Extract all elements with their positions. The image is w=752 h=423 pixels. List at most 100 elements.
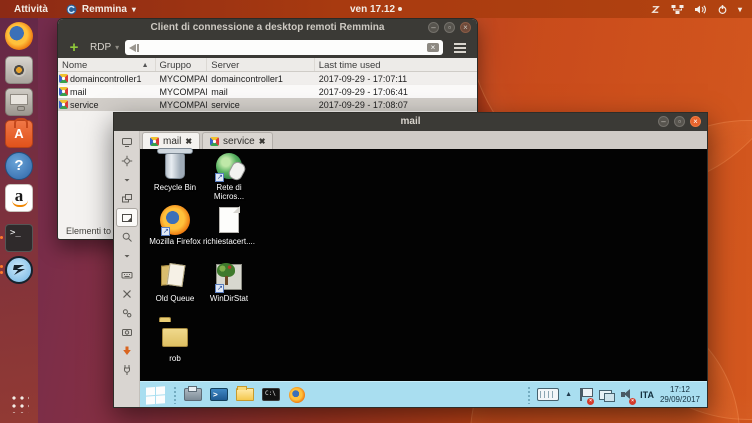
action-center-flag-button[interactable]: × (578, 386, 592, 404)
desktop-icon-recycle-bin[interactable]: Recycle Bin (148, 150, 202, 192)
switch-tab-pages-icon[interactable] (116, 189, 138, 208)
volume-icon[interactable] (694, 4, 707, 15)
top-panel: Attività Remmina ▾ ven 17.12 ▾ (0, 0, 752, 18)
remote-window-title: mail (114, 113, 707, 131)
magnifier-icon[interactable] (116, 227, 138, 246)
input-indicator-icon[interactable] (650, 4, 661, 15)
scaled-mode-icon[interactable] (116, 208, 138, 227)
server-manager-button[interactable] (183, 386, 203, 404)
desktop-icon-windirstat[interactable]: WinDirStat (202, 261, 256, 303)
shortcut-arrow-icon (215, 173, 224, 182)
volume-button[interactable]: × (620, 386, 634, 404)
clear-input-icon[interactable] (427, 43, 439, 52)
app-menu-label: Remmina (82, 4, 127, 15)
help-icon: ? (5, 152, 33, 180)
file-cabinet-icon (5, 88, 33, 116)
tab-close-icon[interactable]: ✖ (259, 137, 266, 146)
status-bar-text: Elementi to (58, 224, 111, 239)
add-connection-button[interactable]: + (64, 41, 84, 55)
show-applications-button[interactable] (9, 393, 29, 413)
tab-close-icon[interactable]: ✖ (185, 137, 192, 146)
close-button[interactable]: × (690, 116, 701, 127)
row-last-used: 2017-09-29 - 17:08:07 (315, 100, 477, 110)
column-header-gruppo[interactable]: Gruppo (156, 58, 208, 71)
dock-item-terminal[interactable]: >_ (5, 224, 33, 252)
windows-taskbar: > C:\ ▲ × (140, 381, 707, 407)
table-row[interactable]: domaincontroller1 MYCOMPANY domaincontro… (58, 72, 477, 85)
column-header-server[interactable]: Server (207, 58, 314, 71)
desktop-icon-old-queue[interactable]: Old Queue (148, 261, 202, 303)
file-explorer-button[interactable] (235, 386, 255, 404)
clock-button[interactable]: ven 17.12 (350, 4, 402, 15)
row-server: domaincontroller1 (207, 74, 314, 84)
taskbar-time: 17:12 (660, 385, 700, 395)
maximize-button[interactable]: ▫ (444, 22, 455, 33)
dock-item-amazon[interactable]: a (5, 184, 33, 212)
column-header-nome[interactable]: Nome ▲ (58, 58, 156, 71)
chevron-down-icon: ▾ (115, 43, 119, 52)
minimize-button[interactable]: – (658, 116, 669, 127)
dock-item-firefox[interactable] (5, 22, 33, 50)
running-indicator-dot (0, 265, 3, 268)
powershell-button[interactable]: > (209, 386, 229, 404)
table-row-selected[interactable]: service MYCOMPANY service 2017-09-29 - 1… (58, 98, 477, 111)
preferences-gears-icon[interactable] (116, 303, 138, 322)
quick-connect-input[interactable] (125, 40, 443, 55)
screenshot-camera-icon[interactable] (116, 322, 138, 341)
activities-button[interactable]: Attività (14, 4, 48, 15)
network-status-button[interactable] (598, 386, 614, 404)
main-menu-button[interactable] (449, 40, 471, 55)
language-indicator[interactable]: ITA (640, 390, 654, 400)
column-header-last-time-used[interactable]: Last time used (315, 58, 477, 71)
remote-desktop-window: mail – ▫ × (113, 112, 708, 408)
network-icon[interactable] (671, 4, 684, 15)
fullscreen-icon[interactable] (116, 151, 138, 170)
chevron-down-icon[interactable] (116, 246, 138, 265)
network-monitors-icon (599, 389, 614, 401)
firefox-taskbar-button[interactable] (287, 386, 307, 404)
tab-service[interactable]: service ✖ (202, 132, 273, 149)
row-gruppo: MYCOMPANY (156, 74, 208, 84)
row-server: service (207, 100, 314, 110)
remmina-remote-toolbar (114, 131, 140, 407)
shortcut-arrow-icon (215, 284, 224, 293)
rdp-connection-icon (210, 137, 219, 146)
connection-table-header: Nome ▲ Gruppo Server Last time used (58, 58, 477, 72)
desktop-icon-firefox[interactable]: Mozilla Firefox (148, 204, 202, 246)
taskbar-clock[interactable]: 17:12 29/09/2017 (660, 385, 704, 405)
disconnect-plug-icon[interactable] (116, 360, 138, 379)
protocol-dropdown[interactable]: RDP ▾ (90, 42, 119, 53)
maximize-button[interactable]: ▫ (674, 116, 685, 127)
dock-item-ubuntu-software[interactable]: A (5, 120, 33, 148)
app-menu[interactable]: Remmina ▾ (66, 4, 136, 15)
dock-item-files[interactable] (5, 88, 33, 116)
tools-icon[interactable] (116, 284, 138, 303)
folder-icon (162, 328, 188, 347)
tab-mail[interactable]: mail ✖ (142, 132, 200, 149)
chevron-down-icon[interactable]: ▾ (738, 5, 742, 14)
pin-toolbar-icon[interactable] (116, 132, 138, 151)
power-icon[interactable] (717, 4, 728, 15)
desktop-icon-rete[interactable]: Rete di Micros... (202, 150, 256, 201)
cmd-icon: C:\ (262, 388, 280, 401)
remmina-icon (5, 256, 33, 284)
dock-item-rhythmbox[interactable] (5, 56, 33, 84)
table-row[interactable]: mail MYCOMPANY mail 2017-09-29 - 17:06:4… (58, 85, 477, 98)
touch-keyboard-icon[interactable] (537, 388, 559, 401)
close-button[interactable]: × (460, 22, 471, 33)
terminal-icon: >_ (5, 224, 33, 252)
desktop-icon-richiestacert[interactable]: richiestacert.... (202, 204, 256, 246)
chevron-down-icon[interactable] (116, 170, 138, 189)
windows-start-button[interactable] (143, 384, 167, 406)
command-prompt-button[interactable]: C:\ (261, 386, 281, 404)
rhythmbox-icon (5, 56, 33, 84)
open-folder-icon (161, 266, 189, 288)
minimize-button[interactable]: – (428, 22, 439, 33)
keyboard-grab-icon[interactable] (116, 265, 138, 284)
desktop-icon-rob[interactable]: rob (148, 321, 202, 363)
remmina-appmenu-icon (66, 4, 77, 15)
minimize-remote-icon[interactable] (116, 341, 138, 360)
dock-item-help[interactable]: ? (5, 152, 33, 180)
show-hidden-icons-caret[interactable]: ▲ (565, 391, 572, 398)
dock-item-remmina[interactable] (5, 256, 33, 284)
